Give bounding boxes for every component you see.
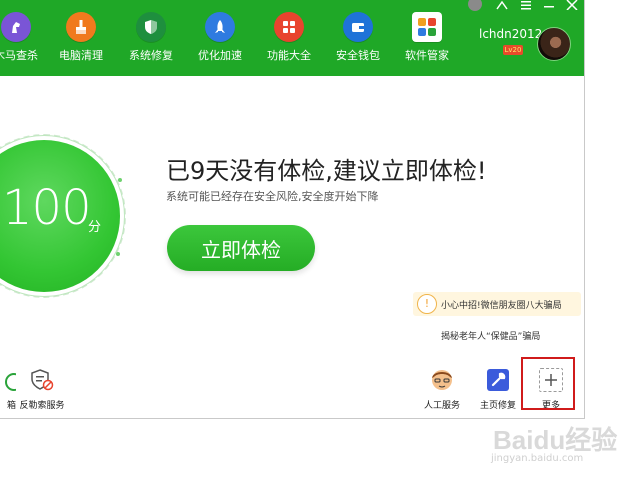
orbit-dot [118,178,122,182]
nav-item-software-manager[interactable]: 软件管家 [391,12,463,63]
tool-manual-service[interactable]: 人工服务 [418,368,466,411]
news-banner-text: 小心中招!微信朋友圈八大骗局 [441,301,562,311]
news-link[interactable]: 揭秘老年人“保健品”骗局 [441,329,540,342]
avatar[interactable] [537,27,571,61]
news-banner[interactable]: ! 小心中招!微信朋友圈八大骗局 [413,292,581,316]
status-headline: 已9天没有体检,建议立即体检! [166,157,487,185]
toolbox-icon [0,368,16,392]
minimize-icon[interactable] [543,0,555,14]
nav-label: 电脑清理 [59,49,103,62]
score-unit: 分 [88,220,102,235]
nav-item-system-repair[interactable]: 系统修复 [115,12,187,63]
tool-label: 反勒索服务 [19,401,65,411]
warning-shield-icon: ! [417,294,437,314]
apps-icon [412,12,442,42]
security-app-window: 木马查杀 电脑清理 系统修复 优化加速 功能大全 [0,0,585,419]
tool-label: 人工服务 [423,401,460,411]
rocket-icon [205,12,235,42]
status-subline: 系统可能已经存在安全风险,安全度开始下降 [166,190,379,203]
menu-icon[interactable] [520,0,532,14]
nav-label: 功能大全 [267,49,311,62]
nav-label: 优化加速 [198,49,242,62]
shield-icon [136,12,166,42]
nav-label: 系统修复 [129,49,173,62]
nav-item-pc-cleanup[interactable]: 电脑清理 [45,12,117,63]
check-now-button[interactable]: 立即体检 [167,225,315,271]
nav-label: 安全钱包 [336,49,380,62]
level-badge: Lv20 [503,45,523,55]
tool-label: 主页修复 [479,401,516,411]
feedback-icon[interactable] [496,0,508,14]
broom-icon [66,12,96,42]
grid-icon [274,12,304,42]
watermark-url: jingyan.baidu.com [491,453,584,464]
username[interactable]: lchdn2012 [479,27,542,41]
support-agent-icon [430,368,454,392]
tool-homepage-repair[interactable]: 主页修复 [474,368,522,411]
nav-item-security-wallet[interactable]: 安全钱包 [322,12,394,63]
more-highlight-box [521,357,575,410]
nav-item-all-features[interactable]: 功能大全 [253,12,325,63]
tool-anti-ransomware[interactable]: 反勒索服务 [18,368,66,411]
nav-label: 软件管家 [405,49,449,62]
skin-icon[interactable] [468,0,482,11]
wallet-icon [343,12,373,42]
score-value: 100 [2,180,92,236]
watermark-logo: Baidu经验 [493,425,618,455]
orbit-dot [116,252,120,256]
top-navigation-bar: 木马查杀 电脑清理 系统修复 优化加速 功能大全 [0,0,584,76]
anti-ransomware-icon [30,368,54,392]
wrench-icon [486,368,510,392]
horse-icon [1,12,31,42]
nav-item-optimize-speedup[interactable]: 优化加速 [184,12,256,63]
close-icon[interactable] [566,0,578,14]
